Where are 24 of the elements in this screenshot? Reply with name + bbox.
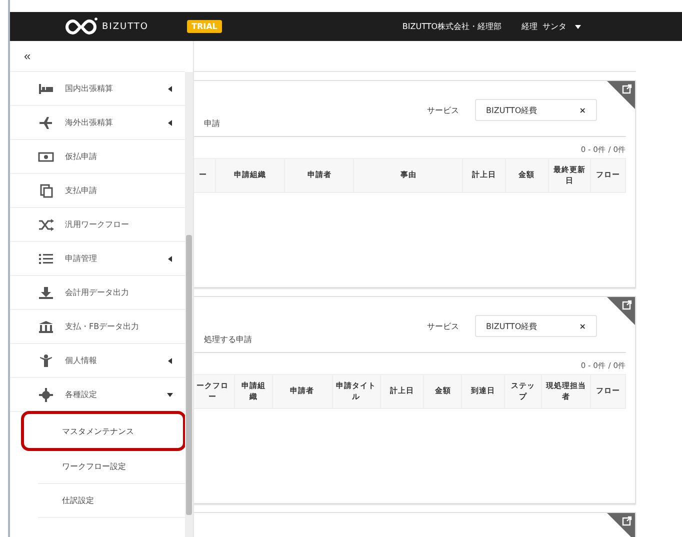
external-link-icon[interactable] [607,513,635,537]
bed-icon [38,82,54,96]
caret-down-icon [574,24,581,29]
list-icon [38,252,54,266]
download-icon [38,286,54,300]
menu-item[interactable]: 支払申請 [10,174,185,208]
plane-icon [38,116,54,130]
shuffle-icon [38,218,54,232]
service-label: サービス [427,105,459,116]
user-menu[interactable]: 経理 サンタ [522,21,581,32]
submenu-item[interactable]: マスタメンテナンス [24,414,183,448]
service-select[interactable]: BIZUTTO経費 × [475,99,597,121]
panel-title: 処理する申請 [204,334,252,345]
person-icon [38,354,54,368]
service-select[interactable]: BIZUTTO経費 × [475,315,597,337]
trial-badge: TRIAL [186,20,222,33]
money-icon [38,150,54,164]
copy-icon [38,184,54,198]
company-name: BIZUTTO株式会社・経理部 [402,21,502,32]
logo-icon [63,16,99,36]
panel-title: 申請 [204,118,220,129]
logo-text: BIZUTTO [102,22,149,32]
service-label: サービス [427,321,459,332]
bank-icon [38,320,54,334]
